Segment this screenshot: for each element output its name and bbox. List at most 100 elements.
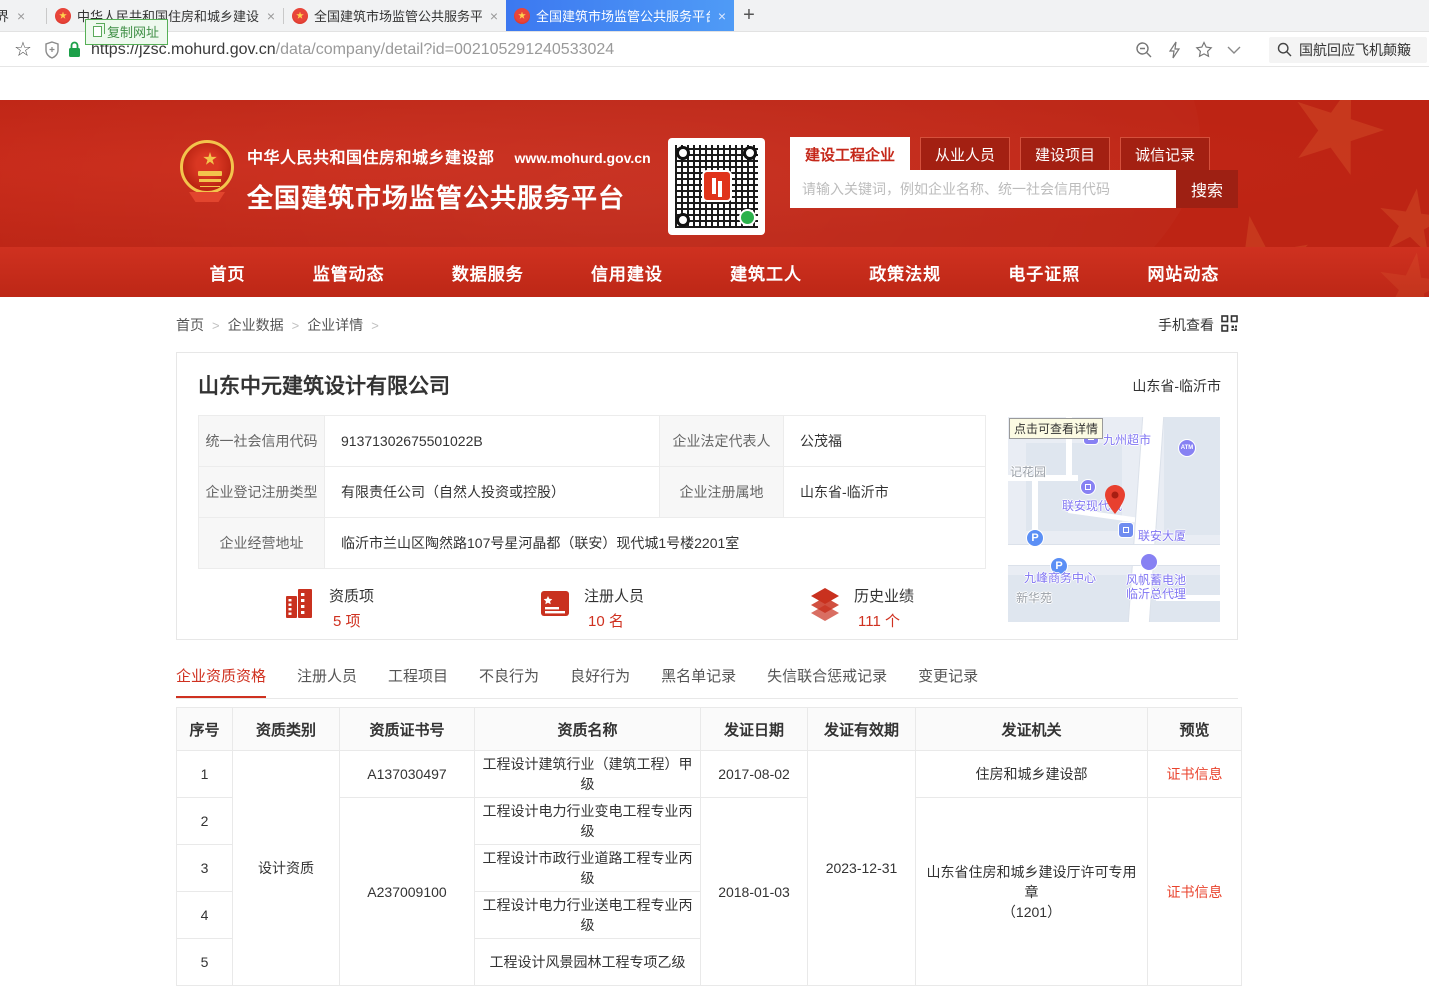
authority-line: （1201） — [920, 902, 1143, 922]
shield-icon[interactable] — [44, 41, 60, 59]
search-tab-credit[interactable]: 诚信记录 — [1120, 137, 1210, 170]
map-block — [1164, 417, 1220, 535]
table-row: 统一社会信用代码 91371302675501022B 企业法定代表人 公茂福 — [199, 416, 986, 467]
issue-date-cell: 2018-01-03 — [701, 798, 808, 986]
browser-tab-jzsc-active[interactable]: 全国建筑市场监管公共服务平台 × — [506, 0, 734, 31]
col-cert-no: 资质证书号 — [340, 708, 475, 751]
qual-name-cell: 工程设计建筑行业（建筑工程）甲级 — [475, 751, 701, 798]
nav-item-data-service[interactable]: 数据服务 — [452, 260, 524, 285]
stat-registered-personnel[interactable]: 注册人员 10 名 — [537, 585, 644, 631]
table-row: 1 设计资质 A137030497 工程设计建筑行业（建筑工程）甲级 2017-… — [177, 751, 1242, 798]
decor-star-icon — [1277, 100, 1397, 189]
main-nav: 首页 监管动态 数据服务 信用建设 建筑工人 政策法规 电子证照 网站动态 — [0, 247, 1429, 297]
lightning-icon[interactable] — [1167, 41, 1181, 59]
map-label-residence: 新华苑 — [1016, 589, 1052, 606]
nav-item-site-news[interactable]: 网站动态 — [1147, 260, 1219, 285]
header-search-panel: 建设工程企业 从业人员 建设项目 诚信记录 搜索 — [790, 137, 1238, 208]
id-card-icon — [537, 585, 573, 621]
page: 界 × 中华人民共和国住房和城乡建设 × 全国建筑市场监管公共服务平台 × 全国… — [0, 0, 1429, 996]
chevron-down-icon[interactable] — [1227, 46, 1241, 54]
bookmark-star-icon[interactable] — [10, 37, 36, 62]
nav-item-policy[interactable]: 政策法规 — [869, 260, 941, 285]
qr-center-logo-icon — [702, 170, 732, 202]
decor-star-icon — [1372, 247, 1429, 297]
search-tab-project[interactable]: 建设项目 — [1020, 137, 1110, 170]
map-label-battery-2: 临沂总代理 — [1126, 585, 1186, 602]
legal-rep-value: 公茂福 — [784, 416, 986, 467]
stat-label: 历史业绩 — [854, 585, 914, 606]
col-category: 资质类别 — [233, 708, 340, 751]
stat-qualifications[interactable]: 资质项 5 项 — [282, 585, 374, 631]
favorite-star-icon[interactable] — [1195, 41, 1213, 59]
certificate-info-link[interactable]: 证书信息 — [1167, 766, 1223, 782]
mobile-view-button[interactable]: 手机查看 — [1158, 315, 1238, 335]
reg-type-value: 有限责任公司（自然人投资或控股） — [325, 467, 660, 518]
qual-name-cell: 工程设计风景园林工程专项乙级 — [475, 939, 701, 986]
browser-tab-jzsc-1[interactable]: 全国建筑市场监管公共服务平台 × — [284, 0, 506, 31]
browser-tab-partial[interactable]: 界 × — [0, 0, 46, 31]
seq-cell: 1 — [177, 751, 233, 798]
zoom-out-icon[interactable] — [1135, 41, 1153, 59]
map-label-garden: 记花园 — [1010, 463, 1046, 480]
close-icon[interactable]: × — [267, 9, 275, 23]
map-label-supermarket: 九州超市 — [1103, 431, 1151, 448]
search-tab-personnel[interactable]: 从业人员 — [920, 137, 1010, 170]
tab-change-records[interactable]: 变更记录 — [918, 662, 978, 698]
site-title: 全国建筑市场监管公共服务平台 — [247, 178, 651, 215]
building-icon — [282, 585, 318, 621]
tab-projects[interactable]: 工程项目 — [388, 662, 448, 698]
nav-item-home[interactable]: 首页 — [210, 260, 246, 285]
nav-item-credit[interactable]: 信用建设 — [591, 260, 663, 285]
copy-icon — [93, 26, 102, 37]
authority-cell: 山东省住房和城乡建设厅许可专用章 （1201） — [916, 798, 1148, 986]
browser-tab-bar: 界 × 中华人民共和国住房和城乡建设 × 全国建筑市场监管公共服务平台 × 全国… — [0, 0, 1429, 32]
nav-item-workers[interactable]: 建筑工人 — [730, 260, 802, 285]
url-field[interactable]: https://jzsc.mohurd.gov.cn/data/company/… — [91, 41, 614, 59]
credit-code-value: 91371302675501022B — [325, 416, 660, 467]
field-label: 企业法定代表人 — [660, 416, 784, 467]
col-preview: 预览 — [1148, 708, 1242, 751]
search-icon — [1277, 42, 1292, 57]
search-button[interactable]: 搜索 — [1176, 170, 1238, 208]
tab-blacklist[interactable]: 黑名单记录 — [661, 662, 736, 698]
field-label: 统一社会信用代码 — [199, 416, 325, 467]
keyword-search-input[interactable] — [790, 170, 1176, 208]
decor-star-icon — [1195, 206, 1322, 247]
certificate-info-link[interactable]: 证书信息 — [1167, 884, 1223, 900]
location-map[interactable]: 九州超市 ATM 记花园 联安现代城 联安大厦 P P 九峰商务中心 风帆蓄电池… — [1008, 417, 1220, 622]
tab-title: 全国建筑市场监管公共服务平台 — [536, 6, 710, 25]
breadcrumb-company-data[interactable]: 企业数据 — [228, 315, 284, 335]
table-row: 企业登记注册类型 有限责任公司（自然人投资或控股） 企业注册属地 山东省-临沂市 — [199, 467, 986, 518]
stat-history-performance[interactable]: 历史业绩 111 个 — [807, 585, 914, 631]
stat-value: 10 名 — [584, 610, 644, 631]
breadcrumb-separator: > — [212, 318, 220, 333]
cert-no-cell: A137030497 — [340, 751, 475, 798]
search-tab-enterprise[interactable]: 建设工程企业 — [790, 137, 910, 170]
authority-cell: 住房和城乡建设部 — [916, 751, 1148, 798]
nav-item-supervision[interactable]: 监管动态 — [313, 260, 385, 285]
close-icon[interactable]: × — [17, 9, 25, 23]
map-parking-icon: P — [1026, 529, 1044, 547]
tab-dishonesty-records[interactable]: 失信联合惩戒记录 — [767, 662, 887, 698]
tab-registered-personnel[interactable]: 注册人员 — [297, 662, 357, 698]
new-tab-button[interactable]: + — [734, 0, 764, 31]
breadcrumb-home[interactable]: 首页 — [176, 315, 204, 335]
https-lock-icon[interactable] — [68, 41, 81, 58]
issue-date-cell: 2017-08-02 — [701, 751, 808, 798]
cert-no-cell: A237009100 — [340, 798, 475, 986]
tab-qualifications[interactable]: 企业资质资格 — [176, 662, 266, 698]
tab-good-behavior[interactable]: 良好行为 — [570, 662, 630, 698]
seq-cell: 2 — [177, 798, 233, 845]
close-icon[interactable]: × — [718, 9, 726, 23]
browser-quick-search[interactable]: 国航回应飞机颠簸 — [1269, 37, 1427, 63]
browser-url-bar: https://jzsc.mohurd.gov.cn/data/company/… — [0, 33, 1429, 67]
nav-item-license[interactable]: 电子证照 — [1008, 260, 1080, 285]
close-icon[interactable]: × — [490, 9, 498, 23]
seq-cell: 4 — [177, 892, 233, 939]
qual-name-cell: 工程设计市政行业道路工程专业丙级 — [475, 845, 701, 892]
breadcrumb-company-detail[interactable]: 企业详情 — [307, 315, 363, 335]
site-qr-code — [668, 138, 765, 235]
table-row: 企业经营地址 临沂市兰山区陶然路107号星河晶都（联安）现代城1号楼2201室 — [199, 518, 986, 569]
tab-bad-behavior[interactable]: 不良行为 — [479, 662, 539, 698]
tab-title: 全国建筑市场监管公共服务平台 — [314, 6, 482, 25]
